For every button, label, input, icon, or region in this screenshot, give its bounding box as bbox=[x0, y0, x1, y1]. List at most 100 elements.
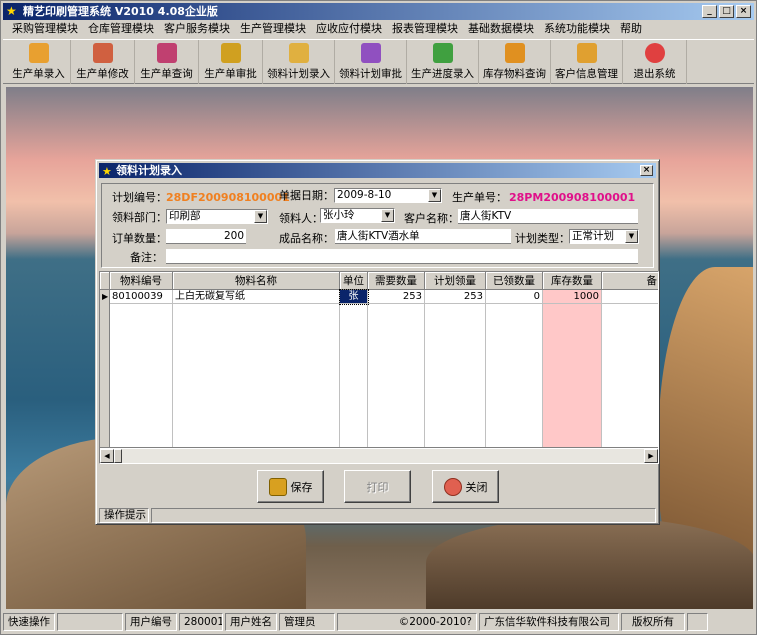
grid-header-code[interactable]: 物料编号 bbox=[110, 272, 173, 290]
stock-query-icon bbox=[504, 43, 525, 63]
order-qty-field[interactable]: 200 bbox=[166, 229, 246, 244]
menu-base-data[interactable]: 基础数据模块 bbox=[463, 20, 539, 38]
app-window: ★ 精艺印刷管理系统 V2010 4.08企业版 _ □ × 采购管理模块 仓库… bbox=[0, 0, 757, 635]
scroll-thumb[interactable] bbox=[114, 449, 122, 463]
status-hint-text bbox=[151, 508, 656, 523]
product-label: 成品名称： bbox=[279, 232, 334, 245]
status-grip bbox=[687, 613, 708, 631]
grid-header-plan[interactable]: 计划领量 bbox=[425, 272, 486, 290]
toolbar-production-approve-button[interactable]: 生产单审批 bbox=[199, 40, 263, 84]
dialog-close-button[interactable]: × bbox=[640, 165, 653, 176]
maximize-button[interactable]: □ bbox=[719, 5, 734, 18]
toolbar-production-query-button[interactable]: 生产单查询 bbox=[135, 40, 199, 84]
menu-purchase[interactable]: 采购管理模块 bbox=[7, 20, 83, 38]
remark-field[interactable] bbox=[166, 249, 638, 264]
dialog-status-bar: 操作提示 bbox=[99, 508, 656, 523]
grid-header-need[interactable]: 需要数量 bbox=[368, 272, 425, 290]
plan-type-label: 计划类型： bbox=[515, 232, 570, 245]
status-empty-cell bbox=[57, 613, 123, 631]
toolbar: 生产单录入 生产单修改 生产单查询 生产单审批 领料计划录入 领料计划审批 生产… bbox=[3, 39, 754, 84]
dialog-title: 领料计划录入 bbox=[116, 164, 182, 177]
grid-header-received[interactable]: 已领数量 bbox=[486, 272, 543, 290]
menu-receivables[interactable]: 应收应付模块 bbox=[311, 20, 387, 38]
current-row-arrow-icon: ▶ bbox=[102, 292, 109, 301]
scroll-left-icon[interactable]: ◀ bbox=[100, 449, 114, 463]
toolbar-material-plan-approve-button[interactable]: 领料计划审批 bbox=[335, 40, 407, 84]
menu-system[interactable]: 系统功能模块 bbox=[539, 20, 615, 38]
status-user-no: 280001 bbox=[179, 613, 223, 631]
cell-name[interactable]: 上白无碳复写纸 bbox=[173, 290, 340, 304]
horizontal-scrollbar[interactable]: ◀ ▶ bbox=[100, 449, 658, 463]
grid-column-line bbox=[542, 304, 543, 447]
menu-help[interactable]: 帮助 bbox=[615, 20, 647, 38]
print-button[interactable]: 打印 bbox=[344, 470, 411, 503]
material-grid[interactable]: 物料编号 物料名称 单位 需要数量 计划领量 已领数量 库存数量 备 ▶ 801… bbox=[99, 271, 659, 464]
toolbar-customer-info-button[interactable]: 客户信息管理 bbox=[551, 40, 623, 84]
background-rock-bottom bbox=[426, 517, 753, 609]
cell-remark[interactable] bbox=[602, 290, 658, 304]
order-qty-label: 订单数量： bbox=[112, 232, 167, 245]
chevron-down-icon[interactable]: ▼ bbox=[254, 210, 267, 223]
toolbar-stock-query-button[interactable]: 库存物料查询 bbox=[479, 40, 551, 84]
cell-unit[interactable]: 张 bbox=[339, 289, 369, 305]
grid-header-name[interactable]: 物料名称 bbox=[173, 272, 340, 290]
star-icon: ★ bbox=[6, 4, 17, 18]
toolbar-material-plan-entry-button[interactable]: 领料计划录入 bbox=[263, 40, 335, 84]
menu-reports[interactable]: 报表管理模块 bbox=[387, 20, 463, 38]
cell-received[interactable]: 0 bbox=[486, 290, 543, 304]
material-plan-entry-icon bbox=[288, 43, 309, 63]
product-field[interactable]: 唐人街KTV酒水单 bbox=[335, 229, 511, 244]
dialog-close-action-button[interactable]: 关闭 bbox=[432, 470, 499, 503]
cell-plan[interactable]: 253 bbox=[425, 290, 486, 304]
dialog-title-bar: ★ 领料计划录入 × bbox=[99, 163, 656, 178]
status-bar: 快速操作 用户编号 280001 用户姓名 管理员 ©2000-2010? 广东… bbox=[3, 612, 754, 632]
prod-no-label: 生产单号： bbox=[452, 191, 507, 204]
cell-code[interactable]: 80100039 bbox=[110, 290, 173, 304]
floppy-disk-icon bbox=[268, 477, 287, 496]
plan-type-select[interactable]: 正常计划 ▼ bbox=[569, 229, 639, 244]
window-controls: _ □ × bbox=[702, 5, 751, 18]
dept-select[interactable]: 印刷部 ▼ bbox=[166, 209, 268, 224]
toolbar-exit-button[interactable]: 退出系统 bbox=[623, 40, 687, 84]
toolbar-progress-entry-button[interactable]: 生产进度录入 bbox=[407, 40, 479, 84]
status-user-name: 管理员 bbox=[279, 613, 335, 631]
cell-stock[interactable]: 1000 bbox=[543, 290, 602, 304]
chevron-down-icon[interactable]: ▼ bbox=[625, 230, 638, 243]
customer-field[interactable]: 唐人街KTV bbox=[458, 209, 638, 224]
remark-label: 备注： bbox=[130, 251, 163, 264]
status-user-name-label: 用户姓名 bbox=[225, 613, 277, 631]
power-icon bbox=[443, 477, 462, 496]
grid-header-unit[interactable]: 单位 bbox=[340, 272, 368, 290]
chevron-down-icon[interactable]: ▼ bbox=[381, 209, 394, 222]
close-button[interactable]: × bbox=[736, 5, 751, 18]
header-form: 计划编号： 28DF200908100001 单据日期： 2009-8-10 ▼ … bbox=[101, 183, 654, 268]
table-row[interactable]: 80100039 上白无碳复写纸 张 253 253 0 1000 bbox=[110, 289, 658, 305]
status-hint-label: 操作提示 bbox=[99, 508, 149, 523]
grid-column-line bbox=[367, 304, 368, 447]
cell-need[interactable]: 253 bbox=[368, 290, 425, 304]
grid-header-indicator bbox=[100, 272, 110, 290]
production-approve-icon bbox=[220, 43, 241, 63]
production-entry-icon bbox=[28, 43, 49, 63]
save-button[interactable]: 保存 bbox=[257, 470, 324, 503]
plan-no-label: 计划编号： bbox=[112, 191, 167, 204]
menu-production[interactable]: 生产管理模块 bbox=[235, 20, 311, 38]
menu-warehouse[interactable]: 仓库管理模块 bbox=[83, 20, 159, 38]
minimize-button[interactable]: _ bbox=[702, 5, 717, 18]
grid-header-remark[interactable]: 备 bbox=[602, 272, 658, 290]
scroll-right-icon[interactable]: ▶ bbox=[644, 449, 658, 463]
grid-header-stock[interactable]: 库存数量 bbox=[543, 272, 602, 290]
doc-date-label: 单据日期： bbox=[279, 189, 334, 202]
chevron-down-icon[interactable]: ▼ bbox=[428, 189, 441, 202]
menu-customer-service[interactable]: 客户服务模块 bbox=[159, 20, 235, 38]
grid-column-line bbox=[172, 304, 173, 447]
status-user-no-label: 用户编号 bbox=[125, 613, 177, 631]
customer-info-icon bbox=[576, 43, 597, 63]
production-edit-icon bbox=[92, 43, 113, 63]
toolbar-production-edit-button[interactable]: 生产单修改 bbox=[71, 40, 135, 84]
status-quick-ops[interactable]: 快速操作 bbox=[3, 613, 55, 631]
toolbar-production-entry-button[interactable]: 生产单录入 bbox=[7, 40, 71, 84]
picker-select[interactable]: 张小玲 ▼ bbox=[320, 208, 395, 223]
star-icon: ★ bbox=[102, 165, 112, 178]
doc-date-picker[interactable]: 2009-8-10 ▼ bbox=[334, 188, 442, 203]
